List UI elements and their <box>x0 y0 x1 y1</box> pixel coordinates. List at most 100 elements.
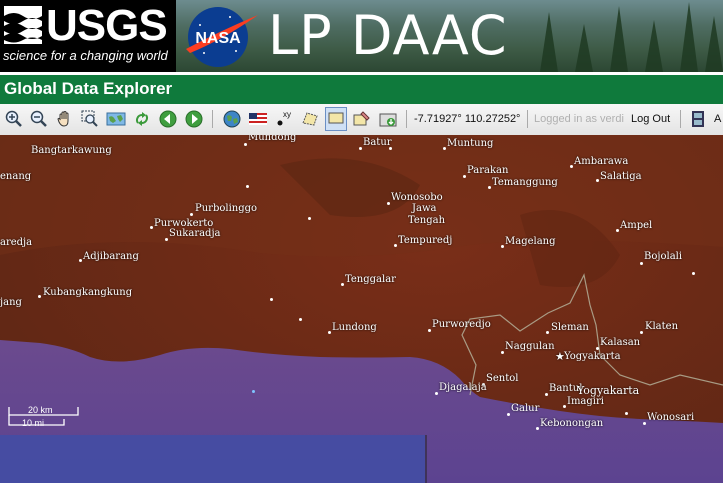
place-label: Djagalaja <box>439 382 487 393</box>
forward-arrow-icon[interactable] <box>184 109 204 129</box>
us-flag-icon[interactable] <box>248 109 268 129</box>
place-dot <box>359 147 362 150</box>
place-label: Lundong <box>332 322 377 333</box>
toolbar-separator <box>212 110 213 128</box>
place-dot <box>545 393 548 396</box>
zoom-out-icon[interactable] <box>29 109 49 129</box>
place-dot <box>387 202 390 205</box>
site-title: LP DAAC <box>268 4 508 67</box>
place-label: Galur <box>511 403 540 414</box>
refresh-icon[interactable] <box>132 109 152 129</box>
banner-tree <box>645 20 663 72</box>
place-label: Sukaradja <box>169 228 221 239</box>
app-title: Global Data Explorer <box>4 79 173 98</box>
back-arrow-icon[interactable] <box>158 109 178 129</box>
place-label: Magelang <box>505 236 556 247</box>
app-title-bar: Global Data Explorer <box>0 72 723 104</box>
nasa-logo[interactable]: NASA <box>180 3 260 69</box>
zoom-box-icon[interactable] <box>80 109 100 129</box>
polygon-select-icon[interactable] <box>300 109 320 129</box>
place-dot <box>38 295 41 298</box>
usgs-wordmark: USGS <box>46 1 168 50</box>
place-dot <box>246 185 249 188</box>
place-label: Mundong <box>248 135 297 143</box>
place-dot <box>640 262 643 265</box>
map-base-layer <box>0 135 723 483</box>
place-label: Batur <box>363 137 392 148</box>
usgs-tagline: science for a changing world <box>3 48 168 63</box>
place-dot <box>428 329 431 332</box>
region-label: Jawa <box>412 203 437 214</box>
place-label: Temanggung <box>492 177 558 188</box>
place-label: Bojolali <box>644 251 683 262</box>
place-dot <box>389 147 392 150</box>
logout-link[interactable]: Log Out <box>631 113 670 125</box>
place-dot <box>507 413 510 416</box>
globe-icon[interactable] <box>222 109 242 129</box>
place-dot <box>435 392 438 395</box>
edit-select-icon[interactable] <box>352 109 372 129</box>
toolbar-separator <box>680 110 681 128</box>
place-dot <box>328 331 331 334</box>
place-dot <box>299 318 302 321</box>
place-dot <box>270 298 273 301</box>
place-dot <box>150 226 153 229</box>
place-label: Sentol <box>486 373 519 384</box>
place-label: Ampel <box>620 220 653 231</box>
toolbar-separator <box>406 110 407 128</box>
place-dot <box>341 283 344 286</box>
place-label: jang <box>0 297 22 308</box>
bathymetry-block <box>0 435 425 483</box>
location-marker <box>252 390 255 393</box>
banner-tree <box>705 16 723 72</box>
zoom-in-icon[interactable] <box>4 109 24 129</box>
place-label: Klaten <box>645 321 679 332</box>
xy-point-icon[interactable]: xy <box>274 109 294 129</box>
place-label: Naggulan <box>505 341 555 352</box>
place-label: Muntung <box>447 138 494 149</box>
banner-tree <box>540 12 558 72</box>
film-strip-icon[interactable] <box>688 109 708 129</box>
usgs-logo[interactable]: USGS science for a changing world <box>0 0 176 72</box>
rectangle-select-icon[interactable] <box>325 107 347 131</box>
usgs-wave-icon <box>4 6 42 44</box>
place-dot <box>463 175 466 178</box>
logged-in-status: Logged in as verdi <box>534 113 624 125</box>
place-label: enang <box>0 171 32 182</box>
scale-km-label: 20 km <box>28 405 53 415</box>
place-label: Wonosari <box>647 412 695 423</box>
map-viewport[interactable]: Bangtarkawung Mundong Batur Muntung Para… <box>0 135 723 483</box>
place-label: aredja <box>0 237 33 248</box>
toolbar-overflow-label[interactable]: A <box>714 113 721 125</box>
place-dot <box>244 143 247 146</box>
place-dot <box>165 238 168 241</box>
place-label: Parakan <box>467 165 509 176</box>
place-label: Imagiri <box>567 396 604 407</box>
nasa-wordmark: NASA <box>195 30 241 47</box>
place-dot <box>394 244 397 247</box>
place-dot <box>79 259 82 262</box>
cursor-coordinates: -7.71927° 110.27252° <box>414 113 521 125</box>
place-dot <box>501 245 504 248</box>
place-label: Kubangkangkung <box>43 287 133 298</box>
region-label: Tengah <box>408 215 446 226</box>
svg-text:xy: xy <box>283 110 291 119</box>
place-label: Adjibarang <box>83 251 139 262</box>
place-label: Yogyakarta <box>564 351 621 362</box>
site-banner: USGS science for a changing world NASA L… <box>0 0 723 72</box>
banner-tree <box>575 24 593 72</box>
full-extent-map-icon[interactable] <box>106 109 126 129</box>
place-dot <box>643 422 646 425</box>
place-dot <box>443 147 446 150</box>
place-label: Kalasan <box>600 337 641 348</box>
banner-tree <box>610 6 628 72</box>
place-label: Ambarawa <box>574 156 629 167</box>
place-dot <box>692 272 695 275</box>
place-dot <box>190 213 193 216</box>
download-icon[interactable] <box>378 109 398 129</box>
place-dot <box>563 405 566 408</box>
pan-hand-icon[interactable] <box>55 109 75 129</box>
map-toolbar: xy -7.71927° 110.27252° Logged in as ver… <box>0 104 723 136</box>
place-label: Bangtarkawung <box>31 145 112 156</box>
place-dot <box>596 347 599 350</box>
